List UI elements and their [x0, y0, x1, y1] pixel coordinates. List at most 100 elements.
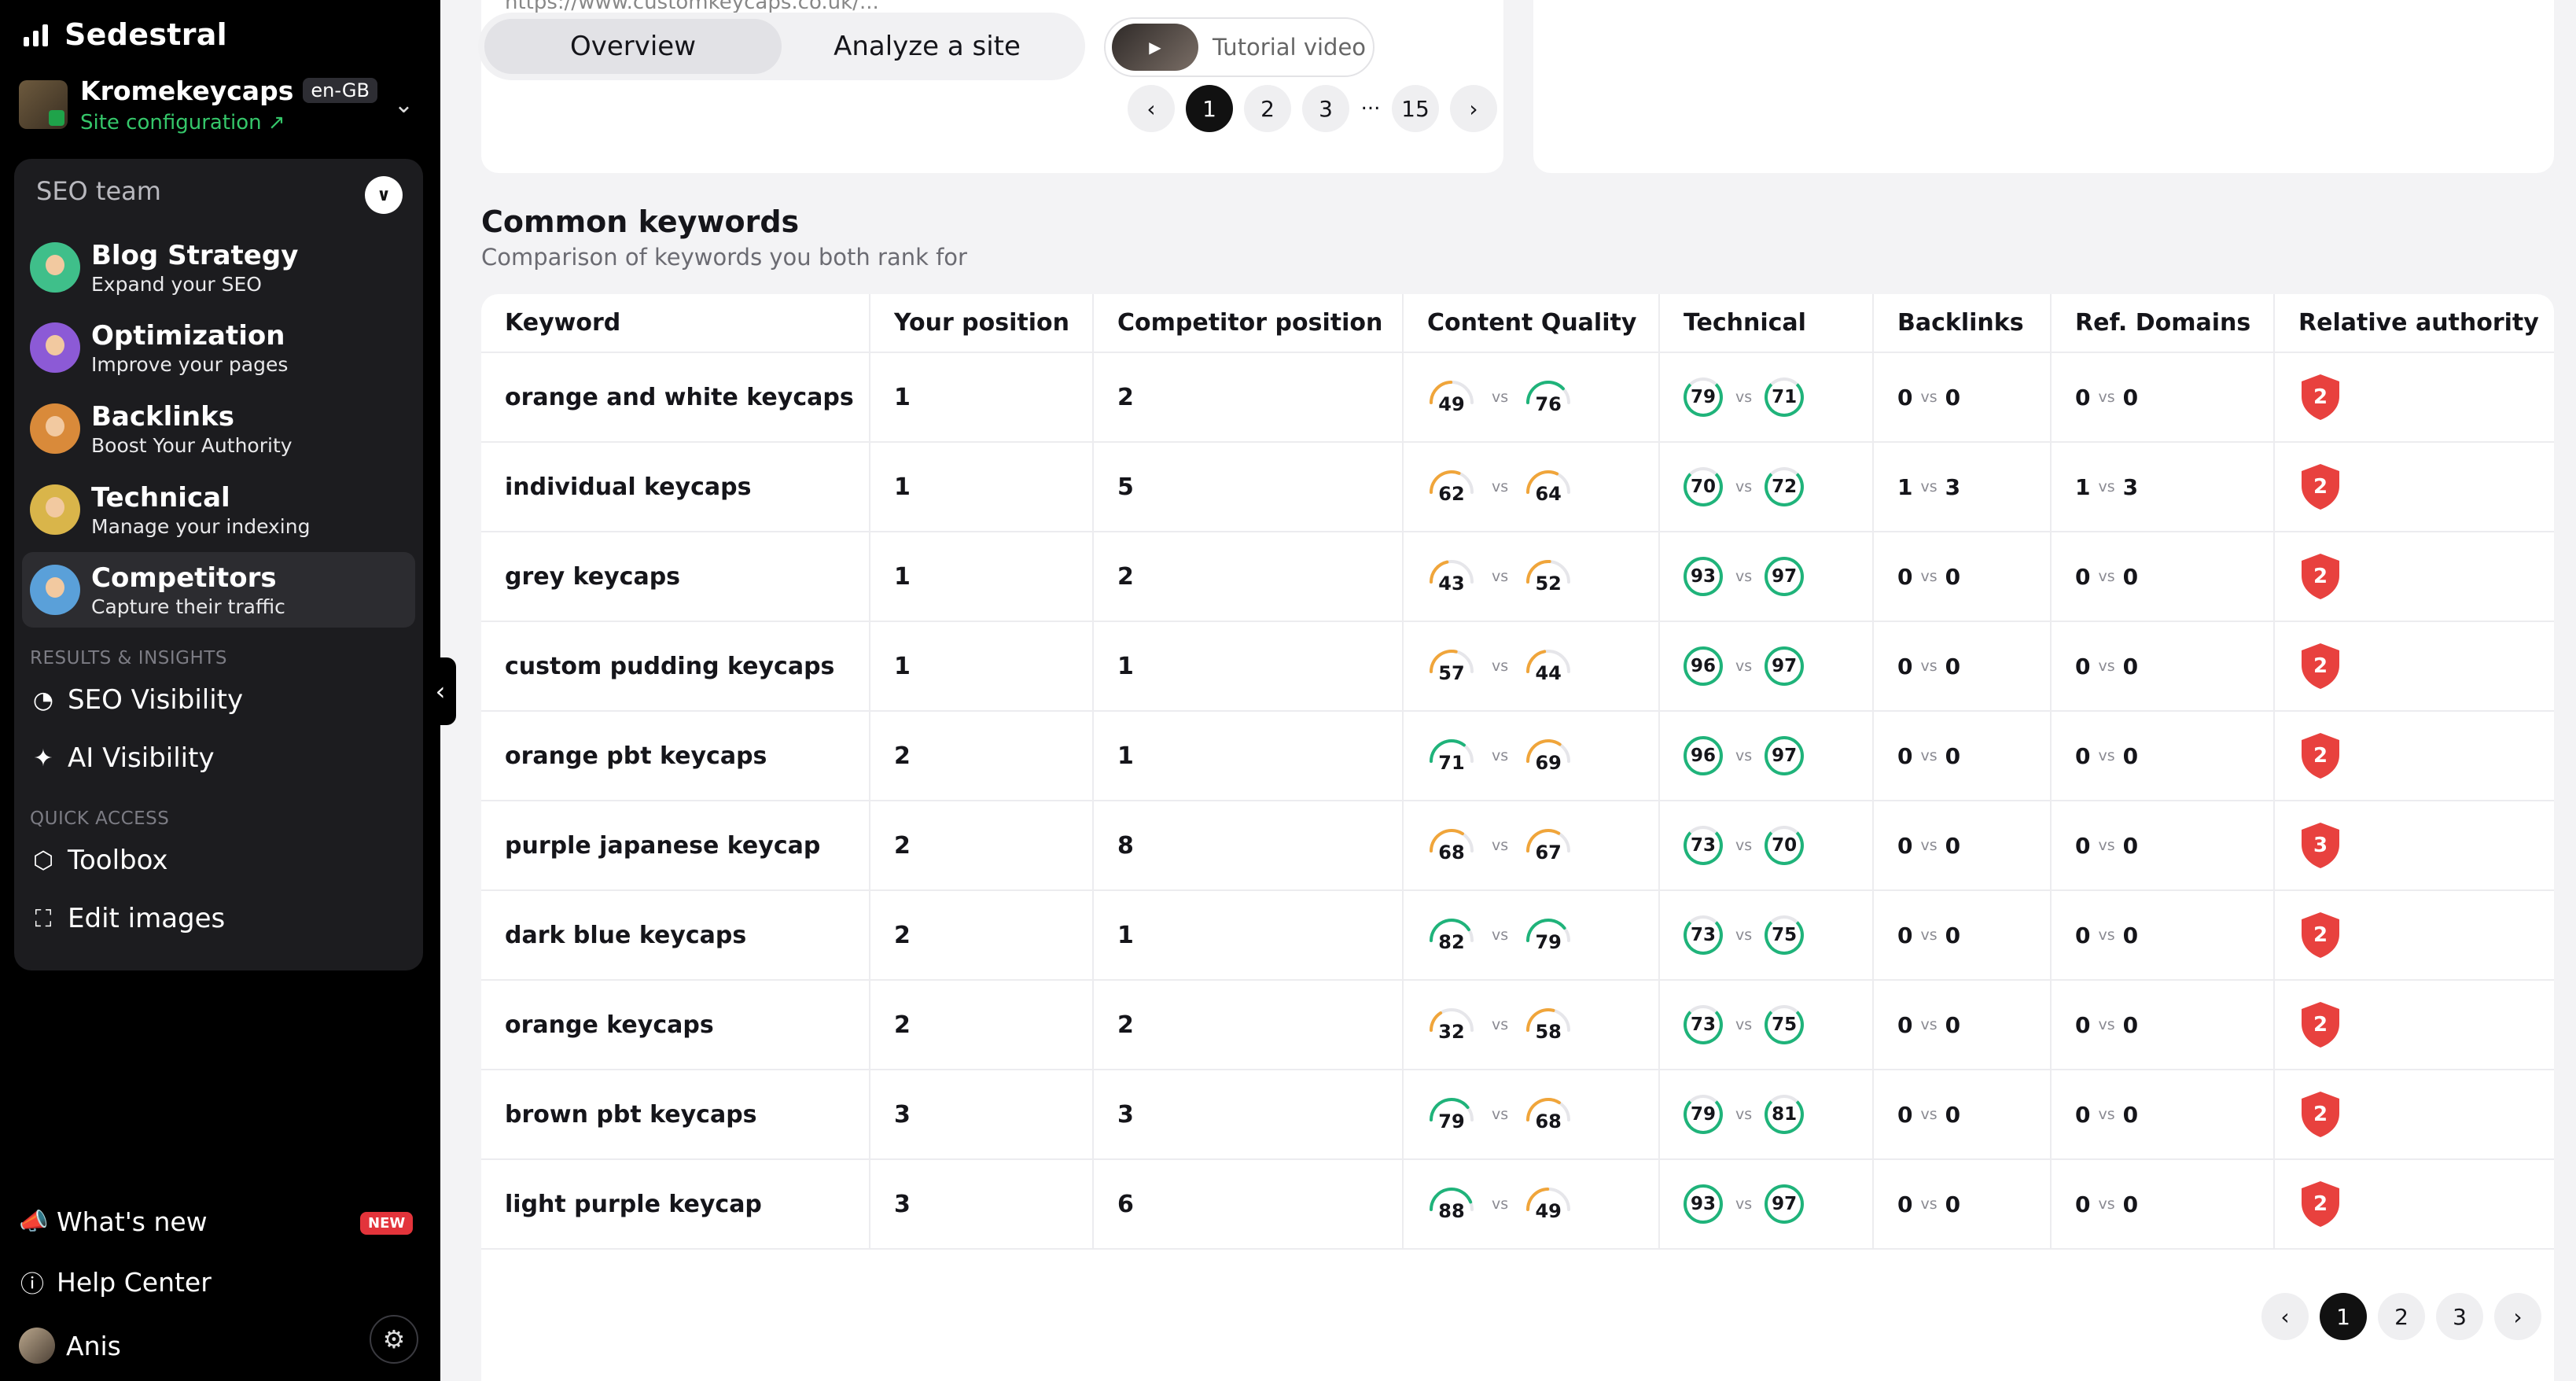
nav-label: Edit images [68, 903, 226, 934]
authority-value: 2 [2313, 923, 2328, 947]
technical-score-ring: 79 [1684, 1095, 1723, 1134]
table-row[interactable]: dark blue keycaps 2 1 82 vs 79 73 vs 75 0 vs 0 0 vs 0 2 [481, 890, 2554, 981]
score-value: 71 [1438, 752, 1465, 774]
megaphone-icon: 📣 [19, 1208, 49, 1236]
relative-authority-cell: 2 [2274, 532, 2554, 622]
table-row[interactable]: purple japanese keycap 2 8 68 vs 67 73 vs 70 0 vs 0… [481, 801, 2554, 891]
site-configuration-link[interactable]: Site configuration ↗ [80, 111, 377, 134]
keyword-cell: grey keycaps [481, 532, 870, 622]
prev-page-chevron-icon[interactable]: ‹ [2261, 1293, 2309, 1340]
agent-backlinks[interactable]: Backlinks Boost Your Authority [22, 391, 415, 466]
backlinks-cell: 0 vs 0 [1873, 711, 2052, 801]
table-row[interactable]: orange pbt keycaps 2 1 71 vs 69 96 vs 97 0 vs 0 0 vs 0… [481, 711, 2554, 801]
agent-blog-strategy[interactable]: Blog Strategy Expand your SEO [22, 230, 415, 305]
column-header[interactable]: Keyword [481, 294, 870, 353]
agent-technical[interactable]: Technical Manage your indexing [22, 472, 415, 547]
nav-edit-images[interactable]: ⛶ Edit images [30, 903, 226, 934]
vs-label: vs [2098, 1106, 2115, 1123]
settings-gear-icon[interactable]: ⚙ [370, 1315, 418, 1364]
score-gauge: 32 [1427, 1005, 1476, 1044]
user-profile[interactable]: Anis [19, 1328, 121, 1364]
column-header[interactable]: Technical [1659, 294, 1874, 353]
authority-shield-icon: 2 [2298, 731, 2342, 780]
column-header[interactable]: Content Quality [1403, 294, 1660, 353]
score-gauge: 76 [1524, 377, 1573, 417]
common-keywords-table-card: Keyword Your position Competitor positio… [481, 294, 2554, 1381]
table-row[interactable]: light purple keycap 3 6 88 vs 49 93 vs 97 0 vs 0 0 vs… [481, 1159, 2554, 1250]
competitor-value: 0 [2122, 1011, 2139, 1038]
vs-label: vs [1492, 1106, 1509, 1123]
vs-label: vs [1735, 657, 1753, 675]
vs-label: vs [1735, 478, 1753, 495]
page-button[interactable]: 1 [2320, 1293, 2367, 1340]
table-row[interactable]: brown pbt keycaps 3 3 79 vs 68 79 vs 81 0 vs 0 0 vs 0 2 [481, 1070, 2554, 1160]
next-page-chevron-icon[interactable]: › [2494, 1293, 2541, 1340]
column-header[interactable]: Your position [870, 294, 1094, 353]
prev-page-chevron-icon[interactable]: ‹ [1128, 85, 1175, 132]
help-center-link[interactable]: ⓘ Help Center [19, 1265, 212, 1299]
tutorial-video-button[interactable]: ▶ Tutorial video [1104, 17, 1374, 77]
column-header[interactable]: Backlinks [1873, 294, 2052, 353]
page-button[interactable]: 1 [1186, 85, 1233, 132]
authority-value: 2 [2313, 654, 2328, 678]
chevron-down-icon[interactable]: ⌄ [394, 91, 414, 119]
score-gauge: 49 [1524, 1184, 1573, 1224]
brand[interactable]: Sedestral [24, 17, 227, 52]
play-icon: ▶ [1112, 24, 1198, 71]
ref-domains-cell: 0 vs 0 [2051, 980, 2275, 1070]
agent-competitors[interactable]: Competitors Capture their traffic [22, 552, 415, 628]
tab-analyze-site[interactable]: Analyze a site [782, 19, 1073, 74]
your-position-cell: 2 [870, 890, 1094, 981]
team-collapse-chevron-icon[interactable]: ∨ [365, 176, 403, 214]
score-gauge: 79 [1427, 1095, 1476, 1134]
your-value: 0 [2075, 922, 2091, 948]
keyword-cell: dark blue keycaps [481, 890, 870, 981]
column-header[interactable]: Competitor position [1093, 294, 1404, 353]
sidebar-collapse-chevron-left-icon[interactable]: ‹ [425, 657, 456, 725]
content-quality-cell: 71 vs 69 [1403, 711, 1660, 801]
table-row[interactable]: custom pudding keycaps 1 1 57 vs 44 96 vs 97 0 vs 0… [481, 621, 2554, 712]
relative-authority-cell: 2 [2274, 890, 2554, 981]
sidebar: Sedestral Kromekeycaps en-GB Site config… [0, 0, 440, 1381]
relative-authority-cell: 2 [2274, 1159, 2554, 1250]
technical-cell: 79 vs 71 [1659, 352, 1874, 443]
tab-overview[interactable]: Overview [484, 19, 782, 74]
technical-score-ring: 97 [1765, 1184, 1805, 1224]
page-button[interactable]: 2 [2378, 1293, 2425, 1340]
technical-score-ring: 97 [1765, 736, 1805, 775]
your-value: 0 [1897, 563, 1913, 590]
ref-domains-cell: 0 vs 0 [2051, 890, 2275, 981]
page-button[interactable]: 2 [1244, 85, 1291, 132]
next-page-chevron-icon[interactable]: › [1450, 85, 1497, 132]
table-row[interactable]: orange and white keycaps 1 2 49 vs 76 79 vs 71 0 v… [481, 352, 2554, 443]
vs-label: vs [1735, 1195, 1753, 1213]
site-switcher[interactable]: Kromekeycaps en-GB Site configuration ↗ … [19, 72, 420, 137]
your-value: 0 [1897, 742, 1913, 769]
page-button[interactable]: 3 [1302, 85, 1349, 132]
authority-shield-icon: 2 [2298, 462, 2342, 511]
column-header[interactable]: Ref. Domains [2051, 294, 2275, 353]
column-header[interactable]: Relative authority [2274, 294, 2554, 353]
agent-optimization[interactable]: Optimization Improve your pages [22, 310, 415, 385]
nav-seo-visibility[interactable]: ◔ SEO Visibility [30, 684, 243, 716]
nav-ai-visibility[interactable]: ✦ AI Visibility [30, 742, 214, 774]
results-insights-label: RESULTS & INSIGHTS [30, 648, 227, 668]
technical-score-ring: 97 [1765, 646, 1805, 686]
site-name: Kromekeycaps [80, 75, 294, 106]
score-gauge: 62 [1427, 467, 1476, 506]
nav-toolbox[interactable]: ⬡ Toolbox [30, 845, 168, 876]
question-circle-icon: ⓘ [20, 1271, 44, 1298]
optimization-avatar [30, 322, 80, 373]
vs-label: vs [1920, 568, 1938, 585]
table-row[interactable]: orange keycaps 2 2 32 vs 58 73 vs 75 0 vs 0 0 vs 0 2 [481, 980, 2554, 1070]
seo-team-panel: SEO team ∨ Blog Strategy Expand your SEO… [14, 159, 423, 970]
table-row[interactable]: grey keycaps 1 2 43 vs 52 93 vs 97 0 vs 0 0 vs 0 2 [481, 532, 2554, 622]
vs-label: vs [1735, 926, 1753, 944]
authority-value: 2 [2313, 475, 2328, 499]
your-position-cell: 2 [870, 711, 1094, 801]
whats-new-link[interactable]: 📣 What's new [19, 1206, 208, 1237]
page-button[interactable]: 3 [2436, 1293, 2483, 1340]
table-row[interactable]: individual keycaps 1 5 62 vs 64 70 vs 72 1 vs 3 1 vs 3… [481, 442, 2554, 532]
page-button[interactable]: 15 [1392, 85, 1439, 132]
authority-shield-icon: 2 [2298, 373, 2342, 422]
